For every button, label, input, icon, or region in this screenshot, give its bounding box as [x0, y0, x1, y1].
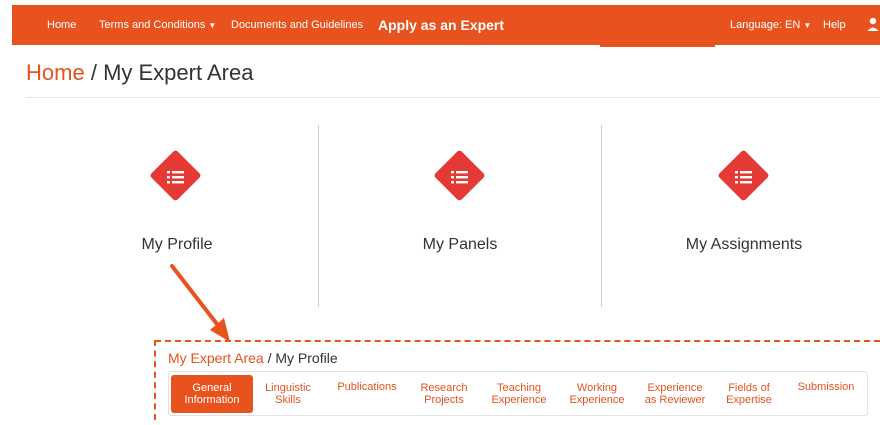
nav-help-link[interactable]: Help	[823, 5, 846, 45]
nav-terms-label: Terms and Conditions	[99, 19, 206, 31]
tile-divider	[318, 125, 319, 307]
tab-submission[interactable]: Submission	[791, 375, 861, 413]
tile-my-assignments[interactable]: My Assignments	[644, 236, 844, 254]
caret-down-icon: ▼	[803, 21, 812, 30]
tile-my-panels[interactable]: My Panels	[360, 236, 560, 254]
page-breadcrumb: Home / My Expert Area	[26, 60, 253, 86]
nav-documents-link[interactable]: Documents and Guidelines	[231, 5, 363, 45]
caret-down-icon: ▼	[208, 21, 217, 30]
tab-line: as Reviewer	[644, 394, 706, 406]
tab-working-experience[interactable]: Working Experience	[565, 375, 629, 413]
nav-language-label: Language: EN	[730, 19, 801, 31]
tab-line: Publications	[337, 381, 397, 393]
tab-research-projects[interactable]: Research Projects	[413, 375, 475, 413]
tab-experience-as-reviewer[interactable]: Experience as Reviewer	[639, 375, 711, 413]
inset-frame-top	[155, 340, 880, 342]
annotation-arrow-icon	[170, 264, 230, 342]
tab-line: Expertise	[726, 394, 772, 406]
tab-line: General	[192, 382, 232, 394]
tab-line: Submission	[797, 381, 855, 393]
tile-my-profile[interactable]: My Profile	[77, 236, 277, 254]
nav-home-link[interactable]: Home	[47, 5, 76, 45]
tab-line: Experience	[569, 394, 625, 406]
user-icon[interactable]	[867, 5, 880, 61]
inset-breadcrumb-parent-link[interactable]: My Expert Area	[168, 350, 264, 366]
profile-tabs: General Information Linguistic Skills Publ…	[168, 371, 868, 416]
tab-line: Research	[420, 382, 468, 394]
tab-line: Fields of	[728, 382, 770, 394]
tab-line: Teaching	[496, 382, 542, 394]
list-glyph	[167, 171, 184, 184]
nav-active-underline	[600, 45, 715, 47]
tab-line: Experience	[491, 394, 547, 406]
inset-frame-left	[154, 340, 156, 420]
tab-line: Linguistic	[265, 382, 311, 394]
inset-breadcrumb: My Expert Area / My Profile	[168, 350, 338, 366]
top-navbar: Home Terms and Conditions ▼ Documents and…	[12, 5, 880, 45]
tab-line: Projects	[424, 394, 464, 406]
tab-fields-of-expertise[interactable]: Fields of Expertise	[719, 375, 779, 413]
header-divider	[26, 97, 880, 98]
list-glyph	[735, 171, 752, 184]
tab-general-information[interactable]: General Information	[171, 375, 253, 413]
tab-line: Working	[576, 382, 618, 394]
tab-line: Skills	[275, 394, 301, 406]
tab-line: Experience	[647, 382, 703, 394]
list-glyph	[451, 171, 468, 184]
nav-language-dropdown[interactable]: Language: EN ▼	[730, 5, 811, 46]
tab-teaching-experience[interactable]: Teaching Experience	[487, 375, 551, 413]
inset-breadcrumb-separator: /	[267, 350, 272, 366]
breadcrumb-home-link[interactable]: Home	[26, 60, 85, 85]
inset-breadcrumb-current: My Profile	[275, 350, 338, 366]
nav-apply-link[interactable]: Apply as an Expert	[378, 5, 504, 45]
breadcrumb-current: My Expert Area	[103, 60, 254, 85]
tab-linguistic-skills[interactable]: Linguistic Skills	[257, 375, 319, 413]
nav-terms-dropdown[interactable]: Terms and Conditions ▼	[99, 5, 216, 46]
tab-line: Information	[184, 394, 240, 406]
tab-publications[interactable]: Publications	[331, 375, 403, 413]
tile-divider	[601, 125, 602, 307]
breadcrumb-separator: /	[90, 60, 97, 85]
